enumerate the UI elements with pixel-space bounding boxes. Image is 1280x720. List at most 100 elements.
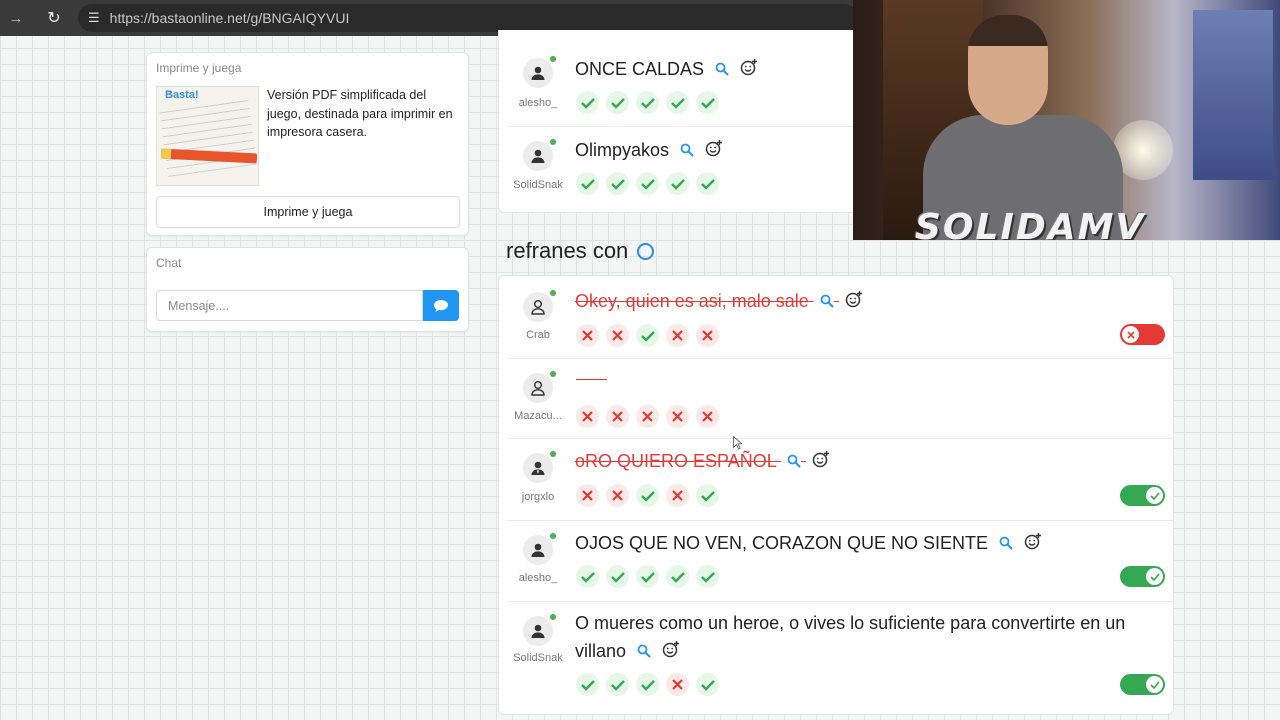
vote-ok-icon[interactable] bbox=[696, 673, 719, 696]
search-icon[interactable] bbox=[637, 638, 651, 666]
vote-ok-icon[interactable] bbox=[666, 172, 689, 195]
print-button[interactable]: Imprime y juega bbox=[156, 196, 460, 228]
vote-ok-icon[interactable] bbox=[636, 324, 659, 347]
answer-entry: Mazacu... bbox=[499, 359, 1173, 439]
vote-ok-icon[interactable] bbox=[636, 673, 659, 696]
emoji-react-icon[interactable] bbox=[705, 137, 723, 165]
search-icon[interactable] bbox=[715, 56, 729, 84]
vote-no-icon[interactable] bbox=[696, 324, 719, 347]
vote-no-icon[interactable] bbox=[666, 324, 689, 347]
vote-ok-icon[interactable] bbox=[666, 565, 689, 588]
vote-ok-icon[interactable] bbox=[606, 91, 629, 114]
search-icon[interactable] bbox=[787, 448, 801, 476]
validity-toggle[interactable] bbox=[1120, 324, 1165, 345]
vote-ok-icon[interactable] bbox=[576, 91, 599, 114]
answer-entry: alesho_ OJOS QUE NO VEN, CORAZON QUE NO … bbox=[499, 521, 1173, 602]
user-icon bbox=[531, 381, 545, 396]
online-indicator bbox=[550, 371, 556, 377]
answer-entry: jorgxlo oRO QUIERO ESPAÑOL bbox=[499, 439, 1173, 521]
site-settings-icon[interactable]: ☰ bbox=[88, 10, 100, 26]
letter-o-icon bbox=[637, 242, 655, 260]
check-icon bbox=[1146, 568, 1163, 585]
empty-answer-strike bbox=[576, 379, 607, 380]
validity-toggle[interactable] bbox=[1120, 566, 1165, 587]
vote-no-icon[interactable] bbox=[636, 405, 659, 428]
print-description: Versión PDF simplificada del juego, dest… bbox=[267, 88, 453, 139]
vote-ok-icon[interactable] bbox=[606, 673, 629, 696]
vote-ok-icon[interactable] bbox=[576, 565, 599, 588]
emoji-react-icon[interactable] bbox=[845, 288, 863, 316]
online-indicator bbox=[550, 533, 556, 539]
user-avatar bbox=[523, 56, 556, 88]
vote-row bbox=[576, 484, 719, 507]
address-url[interactable]: https://bastaonline.net/g/BNGAIQYVUI bbox=[110, 10, 350, 26]
answer-label: OJOS QUE NO VEN, CORAZON QUE NO SIENTE bbox=[575, 533, 989, 553]
online-indicator bbox=[550, 139, 556, 145]
vote-ok-icon[interactable] bbox=[636, 91, 659, 114]
address-bar[interactable]: ☰ https://bastaonline.net/g/BNGAIQYVUI bbox=[78, 4, 858, 32]
emoji-react-icon[interactable] bbox=[740, 56, 758, 84]
vote-no-icon[interactable] bbox=[606, 484, 629, 507]
vote-no-icon[interactable] bbox=[576, 324, 599, 347]
vote-ok-icon[interactable] bbox=[666, 91, 689, 114]
search-icon[interactable] bbox=[999, 530, 1013, 558]
answer-label: Olimpyakos bbox=[575, 140, 670, 160]
webcam-window bbox=[1193, 10, 1273, 180]
category-label: refranes con bbox=[506, 238, 629, 263]
answer-text: oRO QUIERO ESPAÑOL bbox=[575, 447, 830, 476]
forward-icon[interactable]: → bbox=[4, 10, 28, 27]
chat-message-input[interactable]: Mensaje.... bbox=[156, 290, 423, 321]
reload-icon[interactable]: ↻ bbox=[44, 8, 64, 28]
vote-no-icon[interactable] bbox=[606, 324, 629, 347]
answer-entry: SolidSnak Olimpyakos bbox=[499, 127, 857, 213]
emoji-react-icon[interactable] bbox=[662, 638, 680, 666]
user-avatar bbox=[523, 614, 556, 646]
search-icon[interactable] bbox=[820, 288, 834, 316]
vote-no-icon[interactable] bbox=[666, 405, 689, 428]
vote-ok-icon[interactable] bbox=[696, 565, 719, 588]
user-avatar bbox=[523, 533, 556, 565]
check-icon bbox=[1146, 676, 1163, 693]
answer-text: Olimpyakos bbox=[575, 136, 723, 165]
username: SolidSnak bbox=[513, 179, 563, 191]
chat-send-button[interactable] bbox=[423, 290, 459, 321]
vote-ok-icon[interactable] bbox=[696, 484, 719, 507]
user-icon bbox=[531, 149, 545, 163]
vote-row bbox=[576, 405, 719, 428]
vote-no-icon[interactable] bbox=[606, 405, 629, 428]
validity-toggle[interactable] bbox=[1120, 674, 1165, 695]
vote-no-icon[interactable] bbox=[666, 673, 689, 696]
vote-no-icon[interactable] bbox=[576, 405, 599, 428]
online-indicator bbox=[550, 290, 556, 296]
vote-ok-icon[interactable] bbox=[606, 565, 629, 588]
username: alesho_ bbox=[518, 97, 558, 109]
vote-row bbox=[576, 565, 719, 588]
vote-no-icon[interactable] bbox=[576, 484, 599, 507]
vote-no-icon[interactable] bbox=[666, 484, 689, 507]
username: alesho_ bbox=[518, 572, 558, 584]
streamer-watermark: SOLIDAMV bbox=[915, 207, 1146, 241]
emoji-react-icon[interactable] bbox=[1024, 530, 1042, 558]
vote-ok-icon[interactable] bbox=[576, 673, 599, 696]
vote-ok-icon[interactable] bbox=[636, 565, 659, 588]
webcam-overlay: SOLIDAMV bbox=[853, 0, 1280, 240]
category-title: refranes con bbox=[506, 238, 655, 264]
vote-ok-icon[interactable] bbox=[576, 172, 599, 195]
mouse-cursor-icon bbox=[733, 436, 742, 450]
answer-label: Okey, quien es asi, malo sale bbox=[575, 291, 809, 311]
user-avatar bbox=[523, 139, 556, 171]
online-indicator bbox=[550, 614, 556, 620]
vote-ok-icon[interactable] bbox=[636, 484, 659, 507]
vote-ok-icon[interactable] bbox=[636, 172, 659, 195]
vote-ok-icon[interactable] bbox=[696, 91, 719, 114]
vote-ok-icon[interactable] bbox=[696, 172, 719, 195]
validity-toggle[interactable] bbox=[1120, 485, 1165, 506]
answer-entry: SolidSnak O mueres como un heroe, o vive… bbox=[499, 602, 1173, 716]
emoji-react-icon[interactable] bbox=[812, 448, 830, 476]
search-icon[interactable] bbox=[680, 137, 694, 165]
username: jorgxlo bbox=[521, 491, 555, 503]
answers-panel: Crab Okey, quien es asi, malo sale Mazac… bbox=[498, 275, 1174, 715]
vote-row bbox=[576, 673, 719, 696]
vote-no-icon[interactable] bbox=[696, 405, 719, 428]
vote-ok-icon[interactable] bbox=[606, 172, 629, 195]
